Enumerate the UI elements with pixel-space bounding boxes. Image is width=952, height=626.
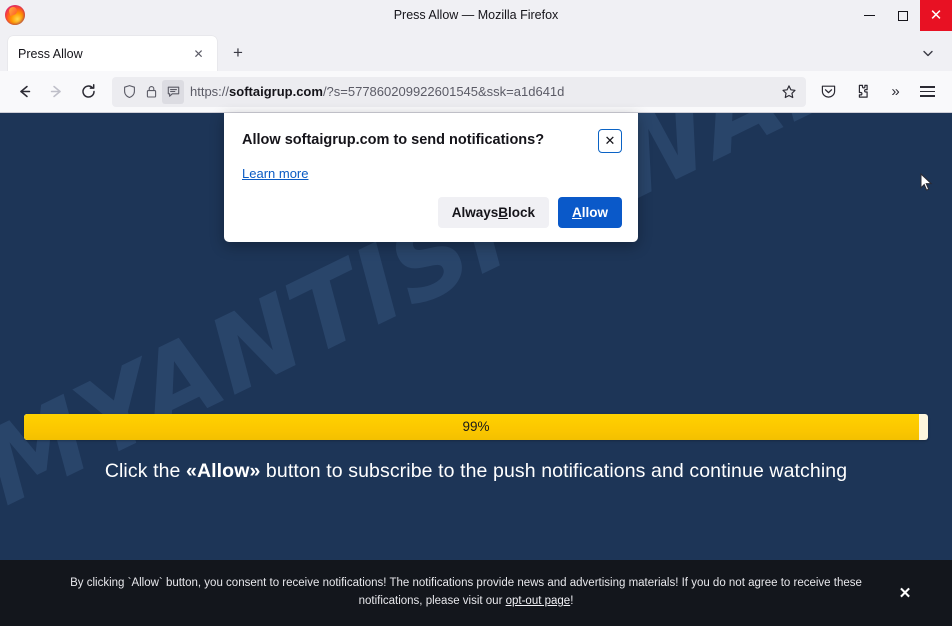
mouse-pointer-arrow-icon <box>920 173 933 192</box>
tab-strip: Press Allow ✕ + <box>0 31 952 71</box>
block-label-post: lock <box>508 205 535 220</box>
progress-percent-label: 99% <box>24 414 928 440</box>
padlock-icon[interactable] <box>140 80 162 104</box>
overflow-chevrons-icon[interactable]: » <box>878 76 911 108</box>
forward-button[interactable] <box>40 76 72 108</box>
close-icon: ✕ <box>930 8 943 23</box>
extensions-icon[interactable] <box>845 76 878 108</box>
opt-out-page-link[interactable]: opt-out page <box>506 595 571 607</box>
allow-access-key: A <box>572 205 582 220</box>
consent-text-part1: By clicking `Allow` button, you consent … <box>70 577 862 607</box>
window-title: Press Allow — Mozilla Firefox <box>0 0 952 31</box>
consent-banner: By clicking `Allow` button, you consent … <box>0 560 952 626</box>
back-arrow-icon <box>16 83 33 100</box>
consent-text-part2: ! <box>570 595 573 607</box>
list-all-tabs-chevron-down-icon[interactable] <box>916 41 940 65</box>
notification-permission-icon[interactable] <box>162 80 184 104</box>
url-text[interactable]: https://softaigrup.com/?s=57786020992260… <box>190 84 776 99</box>
notification-permission-dialog: Allow softaigrup.com to send notificatio… <box>224 113 638 242</box>
title-bar: Press Allow — Mozilla Firefox ✕ <box>0 0 952 31</box>
hamburger-glyph <box>920 86 935 97</box>
bookmark-star-icon[interactable] <box>776 79 802 105</box>
maximize-button[interactable] <box>886 0 920 31</box>
minimize-button[interactable] <box>852 0 886 31</box>
call-to-action-text: Click the «Allow» button to subscribe to… <box>0 460 952 483</box>
download-progress-bar: 99% <box>24 414 928 440</box>
navigation-toolbar: https://softaigrup.com/?s=57786020992260… <box>0 71 952 113</box>
firefox-browser-window: Press Allow — Mozilla Firefox ✕ Press Al… <box>0 0 952 626</box>
always-block-button[interactable]: Always Block <box>438 197 549 228</box>
consent-banner-close-icon[interactable]: ✕ <box>892 580 918 606</box>
firefox-logo-icon <box>5 5 25 25</box>
dialog-header: Allow softaigrup.com to send notificatio… <box>242 129 622 153</box>
cta-suffix: button to subscribe to the push notifica… <box>260 460 847 482</box>
address-bar[interactable]: https://softaigrup.com/?s=57786020992260… <box>112 77 806 107</box>
allow-label-post: llow <box>582 205 608 220</box>
minimize-icon <box>864 15 875 16</box>
overflow-glyph: » <box>891 83 897 100</box>
window-controls: ✕ <box>852 0 952 31</box>
forward-arrow-icon <box>48 83 65 100</box>
cta-allow-emphasis: «Allow» <box>186 460 260 482</box>
reload-button[interactable] <box>72 76 104 108</box>
learn-more-link[interactable]: Learn more <box>242 166 308 181</box>
maximize-icon <box>898 11 908 21</box>
tracking-protection-shield-icon[interactable] <box>118 80 140 104</box>
allow-button[interactable]: Allow <box>558 197 622 228</box>
dialog-close-button[interactable]: ✕ <box>598 129 622 153</box>
toolbar-right-group: » <box>812 76 944 108</box>
consent-banner-text: By clicking `Allow` button, you consent … <box>40 575 892 611</box>
dialog-title: Allow softaigrup.com to send notificatio… <box>242 129 544 150</box>
back-button[interactable] <box>8 76 40 108</box>
block-access-key: B <box>498 205 508 220</box>
close-icon: ✕ <box>605 133 616 149</box>
cta-prefix: Click the <box>105 460 186 482</box>
window-close-button[interactable]: ✕ <box>920 0 952 31</box>
block-label-pre: Always <box>452 205 499 220</box>
reload-icon <box>80 83 97 100</box>
tab-title: Press Allow <box>18 47 190 61</box>
app-menu-hamburger-icon[interactable] <box>911 76 944 108</box>
dialog-actions: Always Block Allow <box>242 197 622 228</box>
new-tab-button[interactable]: + <box>223 38 253 68</box>
browser-tab[interactable]: Press Allow ✕ <box>8 36 217 71</box>
tab-close-icon[interactable]: ✕ <box>190 45 207 62</box>
save-to-pocket-icon[interactable] <box>812 76 845 108</box>
